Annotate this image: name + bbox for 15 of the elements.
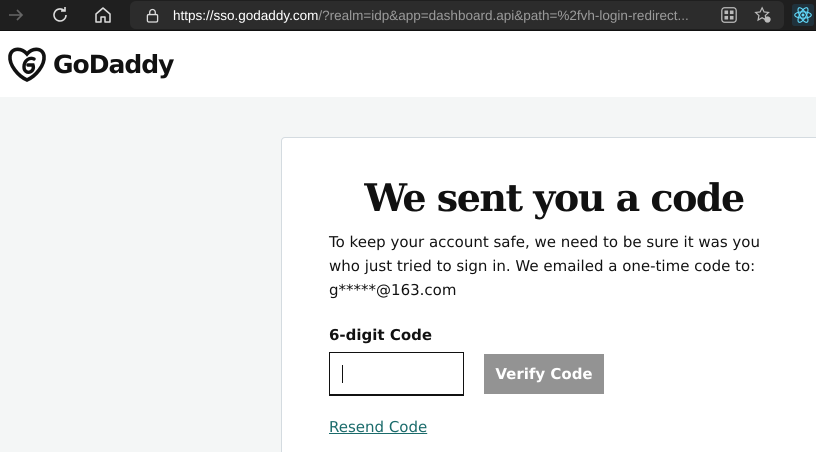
url-text: https://sso.godaddy.com/?realm=idp&app=dashboard.api&path=%2fvh-login-redirect... (173, 8, 690, 22)
resend-link[interactable]: Resend Code (329, 418, 428, 436)
lock-icon[interactable] (146, 8, 159, 22)
page-title: We sent you a code (363, 174, 745, 222)
atom-icon[interactable] (792, 4, 814, 26)
code-input-field[interactable] (329, 352, 464, 396)
favorite-add-icon[interactable] (754, 6, 772, 24)
logo-icon (7, 46, 47, 82)
field-label: 6-digit Code (329, 326, 434, 344)
message-text: To keep your account safe, we need to be sure it was you who just tried to sign in. We emailed a one-time code to: g*****@163.com (329, 232, 761, 301)
home-icon[interactable] (93, 5, 113, 25)
address-bar[interactable]: https://sso.godaddy.com/?realm=idp&app=dashboard.api&path=%2fvh-login-redirect... (130, 1, 784, 29)
apps-icon[interactable] (720, 6, 738, 24)
logo-text: GoDaddy (53, 50, 174, 78)
reload-icon[interactable] (50, 5, 70, 25)
